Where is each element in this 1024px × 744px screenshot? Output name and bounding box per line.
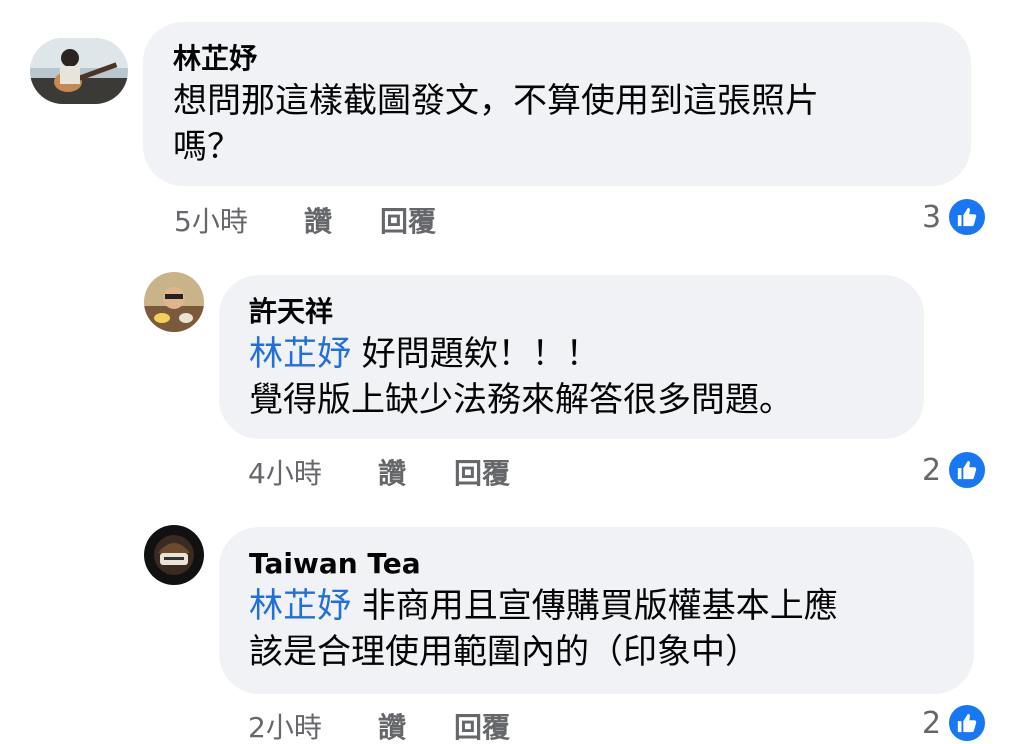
comment-bubble: 林芷妤 想問那這樣截圖發文，不算使用到這張照片 嗎？: [143, 22, 971, 186]
comment-author[interactable]: Taiwan Tea: [249, 547, 944, 581]
reaction-count: 3: [922, 199, 942, 235]
avatar[interactable]: [144, 525, 204, 585]
comment-actions: 2小時 讚 回覆: [248, 706, 548, 744]
mention-link[interactable]: 林芷妤: [249, 334, 351, 374]
like-button[interactable]: 讚: [304, 200, 332, 240]
avatar-photo-guitar: [30, 38, 128, 104]
reaction-count: 2: [922, 452, 942, 488]
timestamp[interactable]: 5小時: [174, 200, 248, 240]
avatar[interactable]: [30, 38, 128, 104]
comment-actions: 5小時 讚 回覆: [174, 200, 474, 240]
reaction-count: 2: [922, 705, 942, 741]
timestamp[interactable]: 4小時: [248, 452, 322, 492]
mention-link[interactable]: 林芷妤: [249, 586, 351, 626]
reaction-summary[interactable]: 3: [922, 197, 988, 237]
reaction-summary[interactable]: 2: [922, 703, 988, 743]
comment-text: 林芷妤 非商用且宣傳購買版權基本上應 該是合理使用範圍內的（印象中）: [249, 586, 838, 672]
reaction-summary[interactable]: 2: [922, 450, 988, 490]
reply-button[interactable]: 回覆: [380, 200, 436, 240]
reply-button[interactable]: 回覆: [454, 706, 510, 744]
like-button[interactable]: 讚: [378, 452, 406, 492]
comment-thread: 林芷妤 想問那這樣截圖發文，不算使用到這張照片 嗎？ 5小時 讚 回覆 3 許天…: [0, 0, 1024, 744]
comment-author[interactable]: 林芷妤: [173, 42, 941, 76]
comment-author[interactable]: 許天祥: [249, 295, 894, 329]
timestamp[interactable]: 2小時: [248, 706, 322, 744]
comment-bubble: Taiwan Tea 林芷妤 非商用且宣傳購買版權基本上應 該是合理使用範圍內的…: [219, 527, 974, 694]
comment-actions: 4小時 讚 回覆: [248, 452, 548, 492]
comment-text: 林芷妤 好問題欸！！！ 覺得版上缺少法務來解答很多問題。: [249, 334, 793, 420]
comment-text: 想問那這樣截圖發文，不算使用到這張照片 嗎？: [173, 81, 819, 167]
thumbs-up-icon: [947, 703, 988, 743]
avatar-photo-person: [144, 272, 204, 332]
avatar[interactable]: [144, 272, 204, 332]
like-button[interactable]: 讚: [378, 706, 406, 744]
avatar-logo-tea: [144, 525, 204, 585]
thumbs-up-icon: [947, 197, 988, 237]
thumbs-up-icon: [947, 450, 988, 490]
comment-bubble: 許天祥 林芷妤 好問題欸！！！ 覺得版上缺少法務來解答很多問題。: [219, 275, 924, 439]
reply-button[interactable]: 回覆: [454, 452, 510, 492]
